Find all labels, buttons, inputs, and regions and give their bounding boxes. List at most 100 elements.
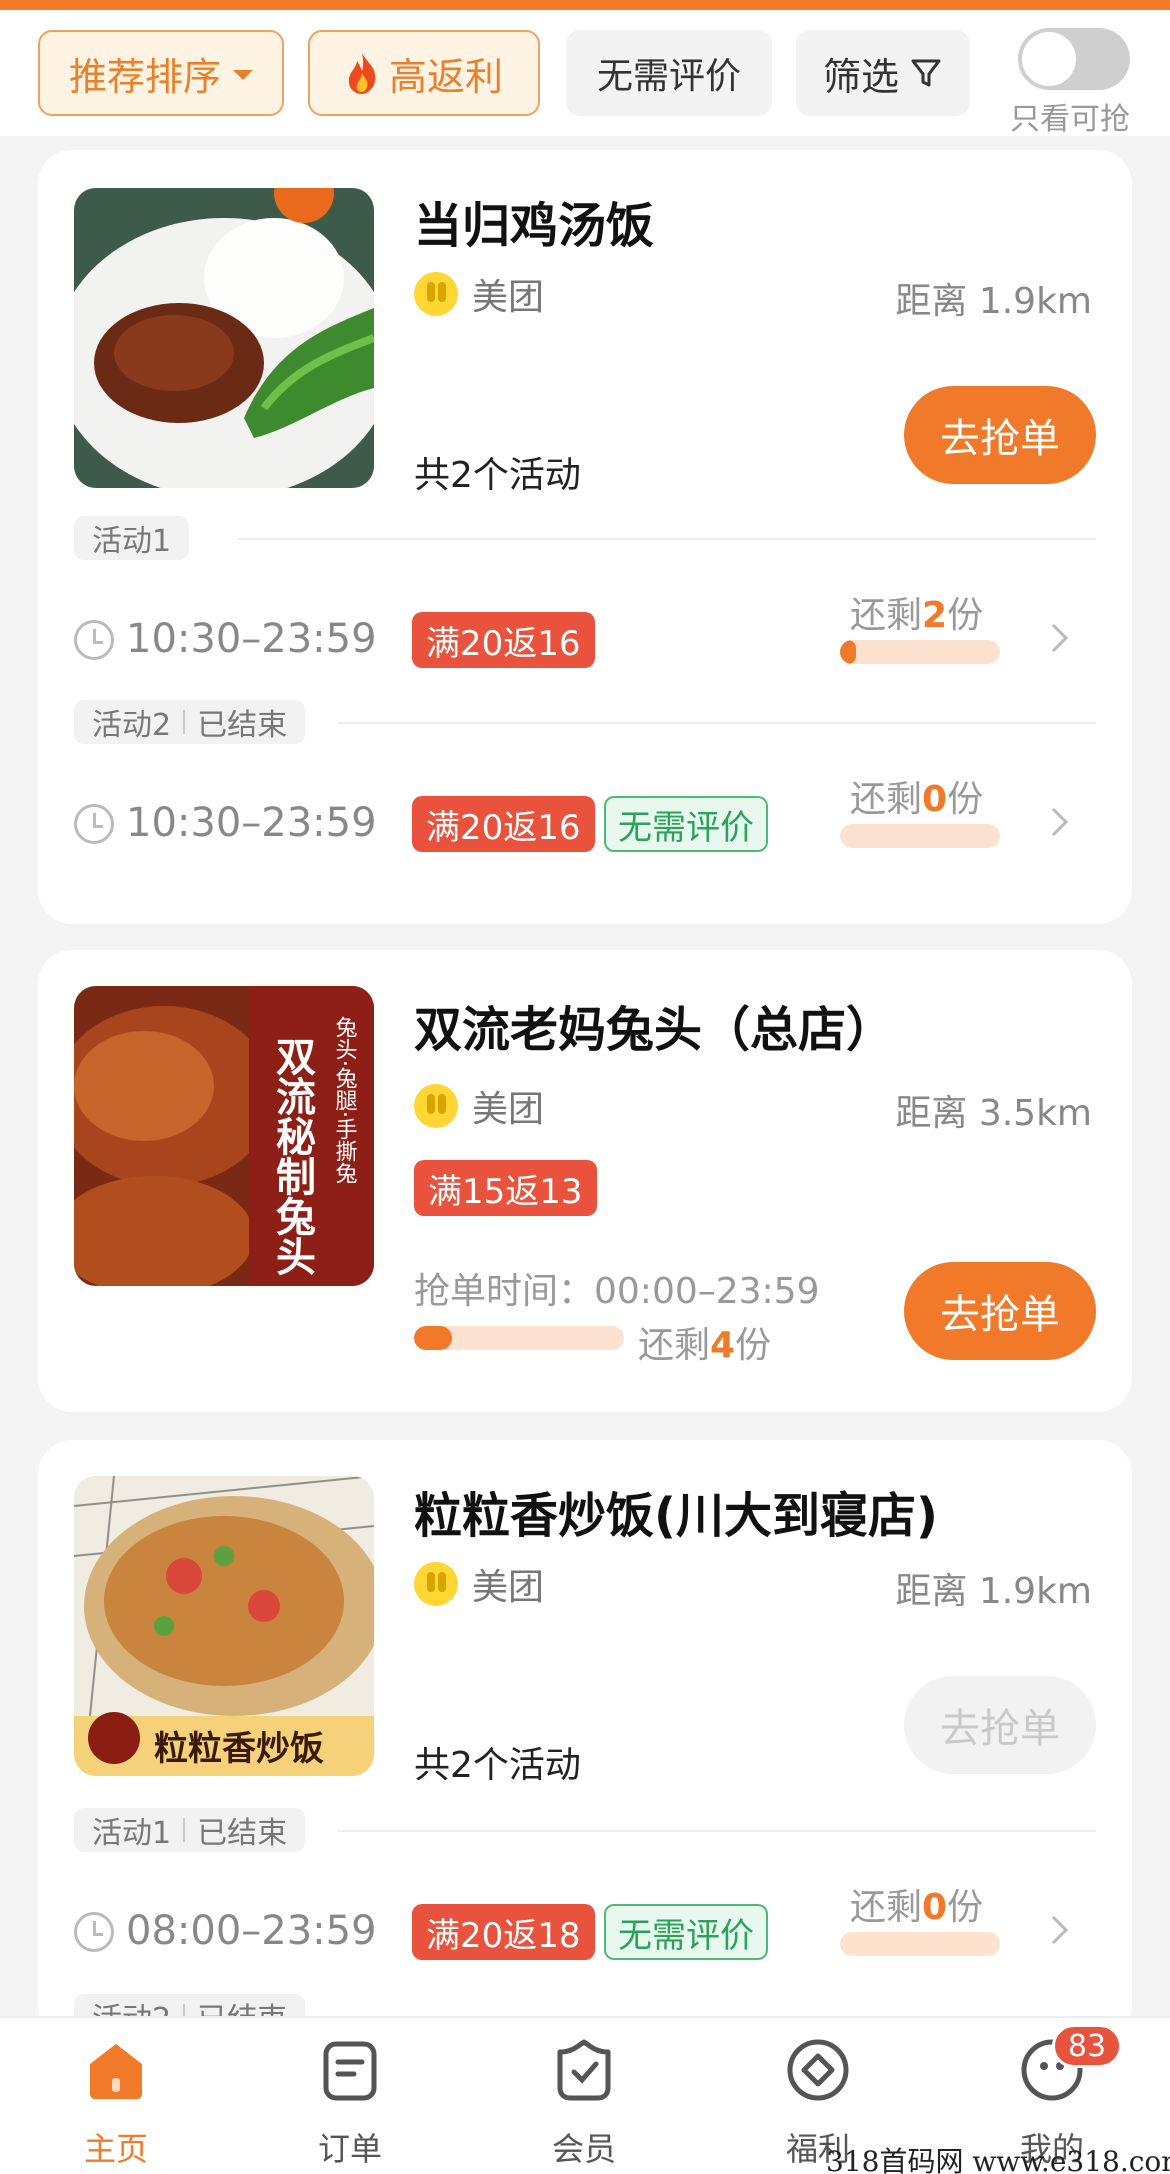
progress-bar xyxy=(840,1932,1000,1956)
platform-label: 美团 xyxy=(414,1080,544,1132)
chevron-right-icon[interactable] xyxy=(1039,1915,1069,1945)
distance: 距离 1.9km xyxy=(895,1571,1092,1612)
grab-order-button-disabled[interactable]: 去抢单 xyxy=(904,1676,1096,1774)
remain-suffix: 份 xyxy=(735,1325,772,1366)
activity-time: 10:30–23:59 xyxy=(126,800,377,846)
activity-tag: 活动2 已结束 xyxy=(74,700,306,744)
rebate-badge: 满15返13 xyxy=(414,1160,597,1216)
welfare-icon xyxy=(787,2039,849,2101)
platform-name: 美团 xyxy=(472,1567,545,1608)
funnel-icon xyxy=(911,59,941,87)
remaining-count: 还剩0份 xyxy=(850,1878,983,1930)
shop-name: 粒粒香炒饭(川大到寝店) xyxy=(414,1488,938,1544)
no-review-chip[interactable]: 无需评价 xyxy=(566,30,772,116)
activity-tag-label: 活动1 xyxy=(92,524,172,559)
divider xyxy=(238,538,1096,540)
meituan-icon xyxy=(414,272,458,316)
remain-suffix: 份 xyxy=(947,595,984,636)
high-rebate-label: 高返利 xyxy=(388,54,503,99)
platform-name: 美团 xyxy=(472,1089,545,1130)
member-icon xyxy=(557,2039,611,2101)
rebate-badge: 满20返16 xyxy=(412,612,595,668)
divider xyxy=(338,722,1096,724)
clock-icon xyxy=(74,620,114,660)
remaining-count: 还剩4份 xyxy=(638,1316,771,1368)
grab-time: 抢单时间：00:00–23:59 xyxy=(414,1271,820,1312)
filter-label: 筛选 xyxy=(822,54,899,99)
distance: 距离 1.9km xyxy=(895,281,1092,322)
order-icon xyxy=(323,2041,377,2101)
notification-badge: 83 xyxy=(1052,2024,1122,2068)
activity-count: 共2个活动 xyxy=(414,1745,581,1786)
shop-image xyxy=(74,188,374,488)
shop-card[interactable]: 当归鸡汤饭 美团 距离 1.9km 去抢单 共2个活动 活动1 10:30–23… xyxy=(38,150,1132,924)
activity-status: 已结束 xyxy=(197,1816,288,1851)
toggle-label: 只看可抢 xyxy=(1010,102,1130,137)
shop-image: 双流秘制兔头 兔头·兔腿·手撕兔 xyxy=(74,986,374,1286)
progress-bar xyxy=(840,640,1000,664)
rebate-badge: 满20返16 xyxy=(412,796,595,852)
chevron-right-icon[interactable] xyxy=(1039,623,1069,653)
image-caption: 粒粒香炒饭 xyxy=(154,1729,324,1769)
nav-orders[interactable]: 订单 xyxy=(290,2038,410,2170)
activity-tag: 活动1 xyxy=(74,516,190,560)
high-rebate-chip[interactable]: 高返利 xyxy=(308,30,540,116)
progress-bar xyxy=(840,824,1000,848)
nav-home[interactable]: 主页 xyxy=(56,2038,176,2170)
progress-bar xyxy=(414,1326,624,1350)
distance: 距离 3.5km xyxy=(895,1093,1092,1134)
activity-status: 已结束 xyxy=(197,708,288,743)
caret-down-icon xyxy=(233,70,253,80)
grab-order-button[interactable]: 去抢单 xyxy=(904,386,1096,484)
progress-fill xyxy=(414,1326,452,1350)
image-subcaption: 兔头·兔腿·手撕兔 xyxy=(332,1016,358,1184)
remain-suffix: 份 xyxy=(947,779,984,820)
shop-name: 当归鸡汤饭 xyxy=(414,198,655,254)
clock-icon xyxy=(74,1912,114,1952)
remain-suffix: 份 xyxy=(947,1887,984,1928)
nav-member[interactable]: 会员 xyxy=(524,2038,644,2170)
flame-icon xyxy=(348,53,376,94)
divider xyxy=(338,1830,1096,1832)
shop-card[interactable]: 双流秘制兔头 兔头·兔腿·手撕兔 双流老妈兔头（总店） 美团 距离 3.5km … xyxy=(38,950,1132,1412)
progress-fill xyxy=(840,640,856,664)
activity-row[interactable]: 10:30–23:59 满20返16 还剩2份 xyxy=(74,595,1096,670)
no-review-badge: 无需评价 xyxy=(604,796,768,852)
filter-bar: 推荐排序 高返利 无需评价 筛选 只看可抢 xyxy=(0,10,1170,137)
chevron-right-icon[interactable] xyxy=(1039,807,1069,837)
sort-label: 推荐排序 xyxy=(68,54,221,99)
remaining-count: 还剩2份 xyxy=(850,586,983,638)
remain-prefix: 还剩 xyxy=(850,595,923,636)
remain-number: 0 xyxy=(922,1887,948,1928)
clock-icon xyxy=(74,804,114,844)
no-review-badge: 无需评价 xyxy=(604,1904,768,1960)
activity-count: 共2个活动 xyxy=(414,455,581,496)
remain-prefix: 还剩 xyxy=(850,1887,923,1928)
home-icon xyxy=(90,2044,142,2099)
watermark: 318首码网 www.e318.com xyxy=(826,2145,1170,2174)
platform-name: 美团 xyxy=(472,277,545,318)
toggle-knob xyxy=(1022,32,1076,86)
no-review-label: 无需评价 xyxy=(596,56,741,97)
platform-label: 美团 xyxy=(414,268,544,320)
platform-label: 美团 xyxy=(414,1558,544,1610)
filter-button[interactable]: 筛选 xyxy=(796,30,970,116)
top-accent-bar xyxy=(0,0,1170,10)
activity-time: 08:00–23:59 xyxy=(126,1908,377,1954)
rebate-badge: 满20返18 xyxy=(412,1904,595,1960)
nav-label: 会员 xyxy=(551,2130,616,2168)
grab-order-button[interactable]: 去抢单 xyxy=(904,1262,1096,1360)
remain-number: 4 xyxy=(710,1325,736,1366)
remain-number: 0 xyxy=(922,779,948,820)
sort-dropdown[interactable]: 推荐排序 xyxy=(38,30,284,116)
image-caption: 双流秘制兔头 xyxy=(269,1036,316,1276)
available-only-toggle[interactable] xyxy=(1018,28,1130,90)
activity-tag: 活动1 已结束 xyxy=(74,1808,306,1852)
remaining-count: 还剩0份 xyxy=(850,770,983,822)
meituan-icon xyxy=(414,1084,458,1128)
shop-card[interactable]: 粒粒香炒饭 粒粒香炒饭(川大到寝店) 美团 距离 1.9km 去抢单 共2个活动… xyxy=(38,1440,1132,2040)
shop-image: 粒粒香炒饭 xyxy=(74,1476,374,1776)
activity-row[interactable]: 08:00–23:59 满20返18 无需评价 还剩0份 xyxy=(74,1887,1096,1962)
meituan-icon xyxy=(414,1562,458,1606)
activity-row[interactable]: 10:30–23:59 满20返16 无需评价 还剩0份 xyxy=(74,779,1096,854)
